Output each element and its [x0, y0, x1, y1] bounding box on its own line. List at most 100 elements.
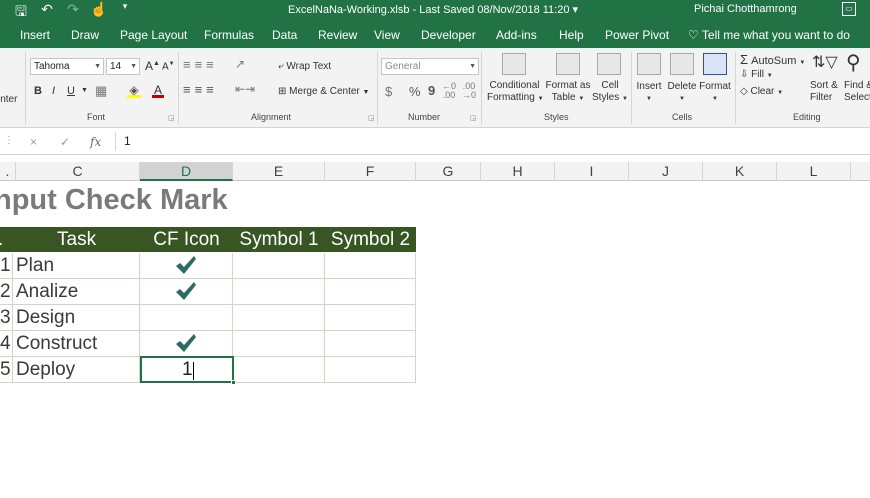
column-header-f[interactable]: F [325, 162, 416, 181]
percent-button[interactable]: % [409, 84, 421, 99]
tab-view[interactable]: View [374, 28, 400, 42]
cell-task[interactable]: Design [13, 305, 140, 331]
fill-color-icon[interactable]: ◈ [127, 83, 141, 98]
formula-input[interactable]: 1 [115, 132, 860, 151]
font-size-select[interactable]: 14 ▼ [106, 58, 140, 75]
dialog-launcher-icon[interactable]: ◲ [368, 114, 375, 122]
sort-filter-icon[interactable]: ⇅▽ [812, 52, 838, 72]
cell-no[interactable]: 3 [0, 305, 13, 331]
cell-task[interactable]: Plan [13, 253, 140, 279]
font-name-select[interactable]: Tahoma ▼ [30, 58, 104, 75]
indent-icon[interactable]: ⇤⇥ [235, 82, 255, 96]
format-cells-button[interactable]: Format ▼ [697, 81, 733, 105]
sort-filter-button[interactable]: Sort & Filter [810, 80, 838, 104]
tab-data[interactable]: Data [272, 28, 297, 42]
conditional-formatting-icon[interactable] [502, 53, 526, 75]
tab-insert[interactable]: Insert [20, 28, 50, 42]
cell-no[interactable]: 4 [0, 331, 13, 357]
cell-symbol-2[interactable] [325, 305, 416, 331]
column-header-l[interactable]: L [777, 162, 851, 181]
column-header-e[interactable]: E [233, 162, 325, 181]
column-header-k[interactable]: K [703, 162, 777, 181]
tab-draw[interactable]: Draw [71, 28, 99, 42]
tab-page-layout[interactable]: Page Layout [120, 28, 187, 42]
header-cf-icon[interactable]: CF Icon [140, 227, 233, 252]
cell-symbol-1[interactable] [233, 253, 325, 279]
decrease-decimal-icon[interactable]: .00 →0 [462, 82, 476, 100]
cell-task[interactable]: Deploy [13, 357, 140, 383]
cell-no[interactable]: 1 [0, 253, 13, 279]
format-as-table-button[interactable]: Format as Table ▼ [543, 80, 593, 105]
column-header-b[interactable]: . [0, 162, 16, 181]
cell-symbol-1[interactable] [233, 305, 325, 331]
fill-button[interactable]: ⇩ Fill ▼ [740, 69, 773, 80]
dialog-launcher-icon[interactable]: ◲ [470, 114, 477, 122]
header-symbol-1[interactable]: Symbol 1 [233, 227, 325, 252]
tab-add-ins[interactable]: Add-ins [496, 28, 537, 42]
active-cell-d[interactable]: 1 [140, 356, 236, 385]
header-task[interactable]: Task [57, 227, 137, 252]
tab-help[interactable]: Help [559, 28, 584, 42]
cell-task[interactable]: Analize [13, 279, 140, 305]
autosum-button[interactable]: Σ AutoSum ▼ [740, 52, 805, 67]
tab-power-pivot[interactable]: Power Pivot [605, 28, 669, 42]
format-cells-icon[interactable] [703, 53, 727, 75]
bold-button[interactable]: B [34, 85, 42, 97]
format-painter-button[interactable]: inter [0, 94, 17, 105]
cell-no[interactable]: 5 [0, 357, 13, 383]
tell-me-box[interactable]: ♡ Tell me what you want to do [688, 28, 850, 42]
worksheet-grid[interactable]: nput Check Mark . Task CF Icon Symbol 1 … [0, 181, 870, 498]
clear-button[interactable]: ◇ Clear ▼ [740, 86, 783, 97]
tab-formulas[interactable]: Formulas [204, 28, 254, 42]
horizontal-align-icons[interactable]: ≡≡≡ [183, 82, 218, 97]
cell-symbol-2[interactable] [325, 357, 416, 383]
delete-cells-button[interactable]: Delete ▼ [666, 81, 698, 105]
column-header-i[interactable]: I [555, 162, 629, 181]
increase-decimal-icon[interactable]: ←0.00 [442, 82, 456, 100]
user-name[interactable]: Pichai Chotthamrong [694, 3, 797, 15]
find-select-button[interactable]: Find & Select [844, 80, 870, 104]
conditional-formatting-button[interactable]: Conditional Formatting ▼ [487, 80, 544, 105]
grow-font-button[interactable]: A▲ [145, 59, 160, 73]
merge-center-button[interactable]: ⊞ Merge & Center ▼ [278, 86, 369, 97]
wrap-text-button[interactable]: ⤶ Wrap Text [278, 61, 331, 72]
insert-function-icon[interactable]: fx [90, 135, 101, 149]
enter-icon[interactable]: ✓ [60, 135, 70, 149]
ribbon-display-options-icon[interactable]: ▭ [842, 2, 856, 16]
delete-cells-icon[interactable] [670, 53, 694, 75]
cell-task[interactable]: Construct [13, 331, 140, 357]
cell-symbol-1[interactable] [233, 331, 325, 357]
column-header-g[interactable]: G [416, 162, 481, 181]
header-symbol-2[interactable]: Symbol 2 [325, 227, 416, 252]
dialog-launcher-icon[interactable]: ◲ [168, 114, 175, 122]
column-header-h[interactable]: H [481, 162, 555, 181]
italic-button[interactable]: I [52, 85, 55, 97]
cell-symbol-1[interactable] [233, 357, 325, 383]
orientation-icon[interactable]: ↗ [235, 57, 245, 71]
insert-cells-button[interactable]: Insert ▼ [634, 81, 664, 105]
insert-cells-icon[interactable] [637, 53, 661, 75]
cancel-icon[interactable]: × [30, 135, 37, 149]
tab-review[interactable]: Review [318, 28, 357, 42]
column-header-j[interactable]: J [629, 162, 703, 181]
shrink-font-button[interactable]: A▼ [162, 61, 175, 72]
vertical-align-icons[interactable]: ≡≡≡ [183, 57, 218, 72]
cell-styles-button[interactable]: Cell Styles ▼ [590, 80, 630, 105]
cell-symbol-1[interactable] [233, 279, 325, 305]
column-header-c[interactable]: C [16, 162, 140, 181]
chevron-down-icon[interactable]: ▼ [81, 87, 88, 94]
cell-cf-icon[interactable] [140, 305, 233, 331]
fill-handle[interactable] [231, 380, 236, 385]
cell-symbol-2[interactable] [325, 279, 416, 305]
cell-styles-icon[interactable] [597, 53, 621, 75]
borders-icon[interactable]: ▦ [95, 83, 107, 99]
number-format-select[interactable]: General ▼ [381, 58, 479, 75]
underline-button[interactable]: U [67, 85, 75, 97]
font-color-icon[interactable]: A [152, 83, 164, 98]
comma-style-button[interactable]: 9 [428, 83, 435, 98]
cell-symbol-2[interactable] [325, 331, 416, 357]
cell-no[interactable]: 2 [0, 279, 13, 305]
title-dropdown-icon[interactable]: ▾ [573, 4, 579, 16]
cell-symbol-2[interactable] [325, 253, 416, 279]
header-no[interactable]: . [0, 227, 12, 252]
